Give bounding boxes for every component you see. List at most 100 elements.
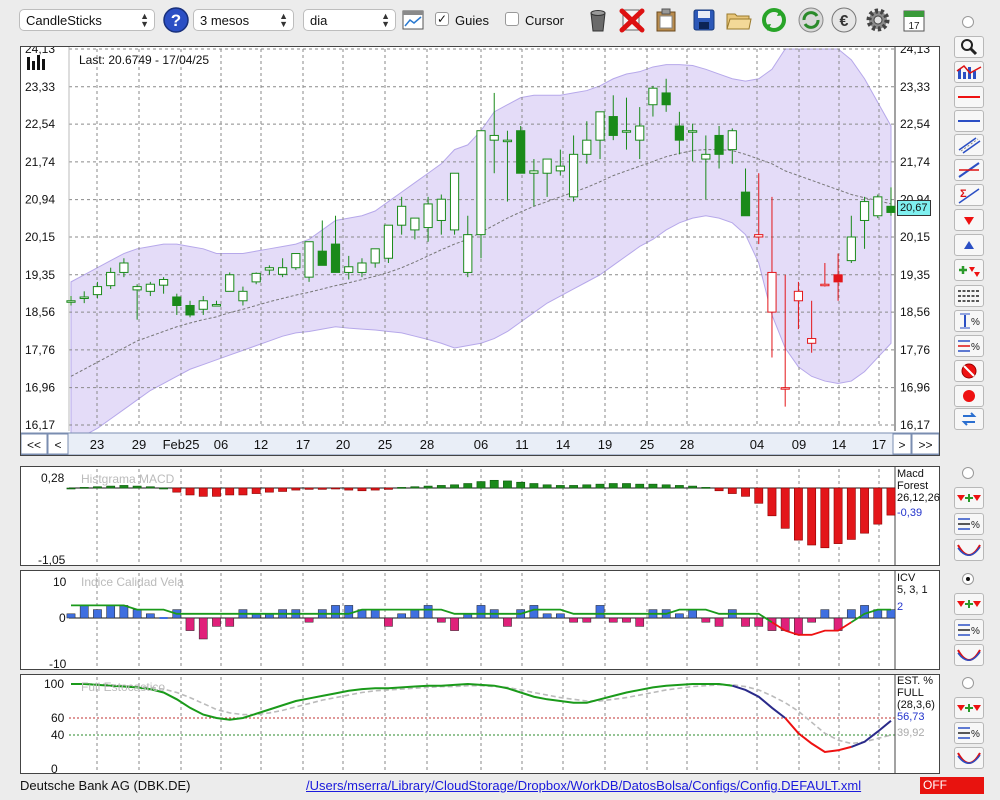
- icv-bar: [503, 617, 512, 627]
- candle-body: [873, 196, 883, 217]
- x-tick-label: 17: [296, 437, 310, 452]
- candle-body: [330, 243, 341, 273]
- levels-percent-icon[interactable]: %: [954, 722, 984, 744]
- interval-select[interactable]: dia ▲ ▼: [303, 9, 396, 31]
- x-tick-label: 12: [254, 437, 268, 452]
- x-tick-label: 28: [420, 437, 434, 452]
- macd-panel[interactable]: 0,28 -1,05 Histgrama MACD Macd Forest 26,…: [20, 466, 940, 566]
- price-chart[interactable]: 24,13 24,1323,33 23,3322,54 22,5421,74 21,74…: [21, 47, 939, 455]
- sync-icon[interactable]: [797, 6, 825, 34]
- signal-arrows-icon[interactable]: [954, 487, 984, 509]
- gear-icon[interactable]: [864, 6, 892, 34]
- period-select[interactable]: 3 mesos ▲ ▼: [193, 9, 294, 31]
- arrow-down-red-icon[interactable]: [954, 209, 984, 231]
- macd-title: Histgrama MACD: [81, 472, 175, 486]
- price-panel[interactable]: 24,13 24,13 23,33 23,33 22,54 22,54 21,74 21,74…: [20, 46, 940, 456]
- add-signals-icon[interactable]: [954, 259, 984, 281]
- icv-bar: [93, 609, 102, 619]
- toolbar: CandleSticks ▲ ▼ ? 3 mesos ▲ ▼ dia ▲ ▼ ✓ Gu…: [0, 0, 1000, 42]
- record-icon[interactable]: [954, 385, 984, 407]
- select-arrows-icon: ▲ ▼: [381, 11, 390, 29]
- refresh-icon[interactable]: [760, 6, 788, 34]
- trendline-tool-icon[interactable]: [954, 159, 984, 181]
- signal-arrows-icon[interactable]: [954, 697, 984, 719]
- macd-bar: [436, 485, 446, 489]
- icv-bar: [794, 617, 803, 636]
- vertical-percent-icon[interactable]: %: [954, 310, 984, 332]
- y-tick-label-right: 16,96: [900, 381, 930, 395]
- oscillator-curve-icon[interactable]: [954, 747, 984, 769]
- candle-body: [383, 224, 394, 259]
- y-tick-label-right: 18,56: [900, 305, 930, 319]
- macd-bar: [569, 485, 578, 489]
- sigma-tool-icon[interactable]: Σ: [954, 184, 984, 206]
- candle-body: [621, 130, 632, 133]
- signal-arrows-icon[interactable]: [954, 593, 984, 615]
- panel-select-radio-icv[interactable]: [962, 573, 974, 585]
- icv-bar: [476, 605, 486, 619]
- oscillator-curve-icon[interactable]: [954, 539, 984, 561]
- icv-bar: [344, 605, 354, 619]
- horizontal-line-blue-icon[interactable]: [954, 110, 984, 132]
- macd-bar: [159, 487, 168, 490]
- panel-select-radio-stoch[interactable]: [962, 677, 974, 689]
- chart-setup-icon[interactable]: [402, 10, 424, 30]
- swap-icon[interactable]: [954, 408, 984, 430]
- icv-bar: [595, 605, 605, 619]
- candle-body: [410, 217, 420, 231]
- calendar-icon[interactable]: 17: [900, 6, 928, 34]
- arrow-up-blue-icon[interactable]: [954, 234, 984, 256]
- macd-legend: Macd Forest 26,12,26 -0,39: [897, 468, 940, 519]
- no-entry-icon[interactable]: [954, 360, 984, 382]
- guides-checkbox[interactable]: ✓: [435, 12, 449, 26]
- clipboard-icon[interactable]: [652, 6, 680, 34]
- y-tick-label-right: 24,13: [900, 47, 930, 56]
- candle-body: [185, 304, 195, 316]
- nav-button-label: >>: [918, 438, 932, 452]
- macd-bar: [66, 487, 76, 490]
- candle-body: [688, 130, 698, 133]
- grid-lines-icon[interactable]: [954, 285, 984, 307]
- interval-value: dia: [310, 13, 328, 28]
- macd-bar: [807, 487, 817, 546]
- icv-bar: [410, 609, 420, 619]
- icv-bar: [886, 609, 896, 619]
- horizontal-line-red-icon[interactable]: [954, 86, 984, 108]
- macd-bar: [860, 487, 869, 534]
- macd-bar: [529, 483, 539, 489]
- macd-bar: [754, 487, 764, 504]
- icv-panel[interactable]: 10 0 -10 Indice Calidad Vela ICV 5, 3, 1 2: [20, 570, 940, 670]
- save-icon[interactable]: [690, 6, 718, 34]
- levels-percent-icon[interactable]: %: [954, 619, 984, 641]
- stoch-title: Full Estocastico: [81, 680, 166, 694]
- euro-icon[interactable]: €: [830, 6, 858, 34]
- icv-bar: [146, 613, 155, 619]
- help-icon[interactable]: ?: [162, 6, 190, 34]
- nav-button-label: >: [898, 438, 905, 452]
- config-path-link[interactable]: /Users/mserra/Library/CloudStorage/Dropb…: [306, 778, 861, 793]
- stoch-panel[interactable]: 100 60 40 0 Full Estocastico EST. % FULL (2…: [20, 674, 940, 774]
- y-tick-label: 0: [51, 762, 58, 773]
- icv-bar: [754, 617, 764, 627]
- panel-select-radio-main[interactable]: [962, 16, 974, 28]
- macd-bar: [780, 487, 790, 529]
- panel-select-radio-macd[interactable]: [962, 467, 974, 479]
- macd-bar: [516, 481, 526, 489]
- levels-percent-icon[interactable]: %: [954, 335, 984, 357]
- folder-icon[interactable]: [724, 6, 752, 34]
- levels-percent-icon[interactable]: %: [954, 513, 984, 535]
- cursor-checkbox[interactable]: [505, 12, 519, 26]
- trash-icon[interactable]: [584, 6, 612, 34]
- svg-text:%: %: [971, 626, 980, 637]
- chart-type-select[interactable]: CandleSticks ▲ ▼: [19, 9, 155, 31]
- delete-icon[interactable]: [618, 6, 646, 34]
- candle-body: [648, 87, 658, 106]
- macd-params: 26,12,26: [897, 492, 940, 504]
- zoom-icon[interactable]: [954, 36, 984, 58]
- channel-tool-icon[interactable]: [954, 134, 984, 156]
- oscillator-curve-icon[interactable]: [954, 644, 984, 666]
- candle-body: [595, 111, 605, 141]
- mode-badge[interactable]: OFF: [920, 777, 984, 794]
- icv-bar: [159, 617, 168, 619]
- indicator-chart-icon[interactable]: [954, 61, 984, 83]
